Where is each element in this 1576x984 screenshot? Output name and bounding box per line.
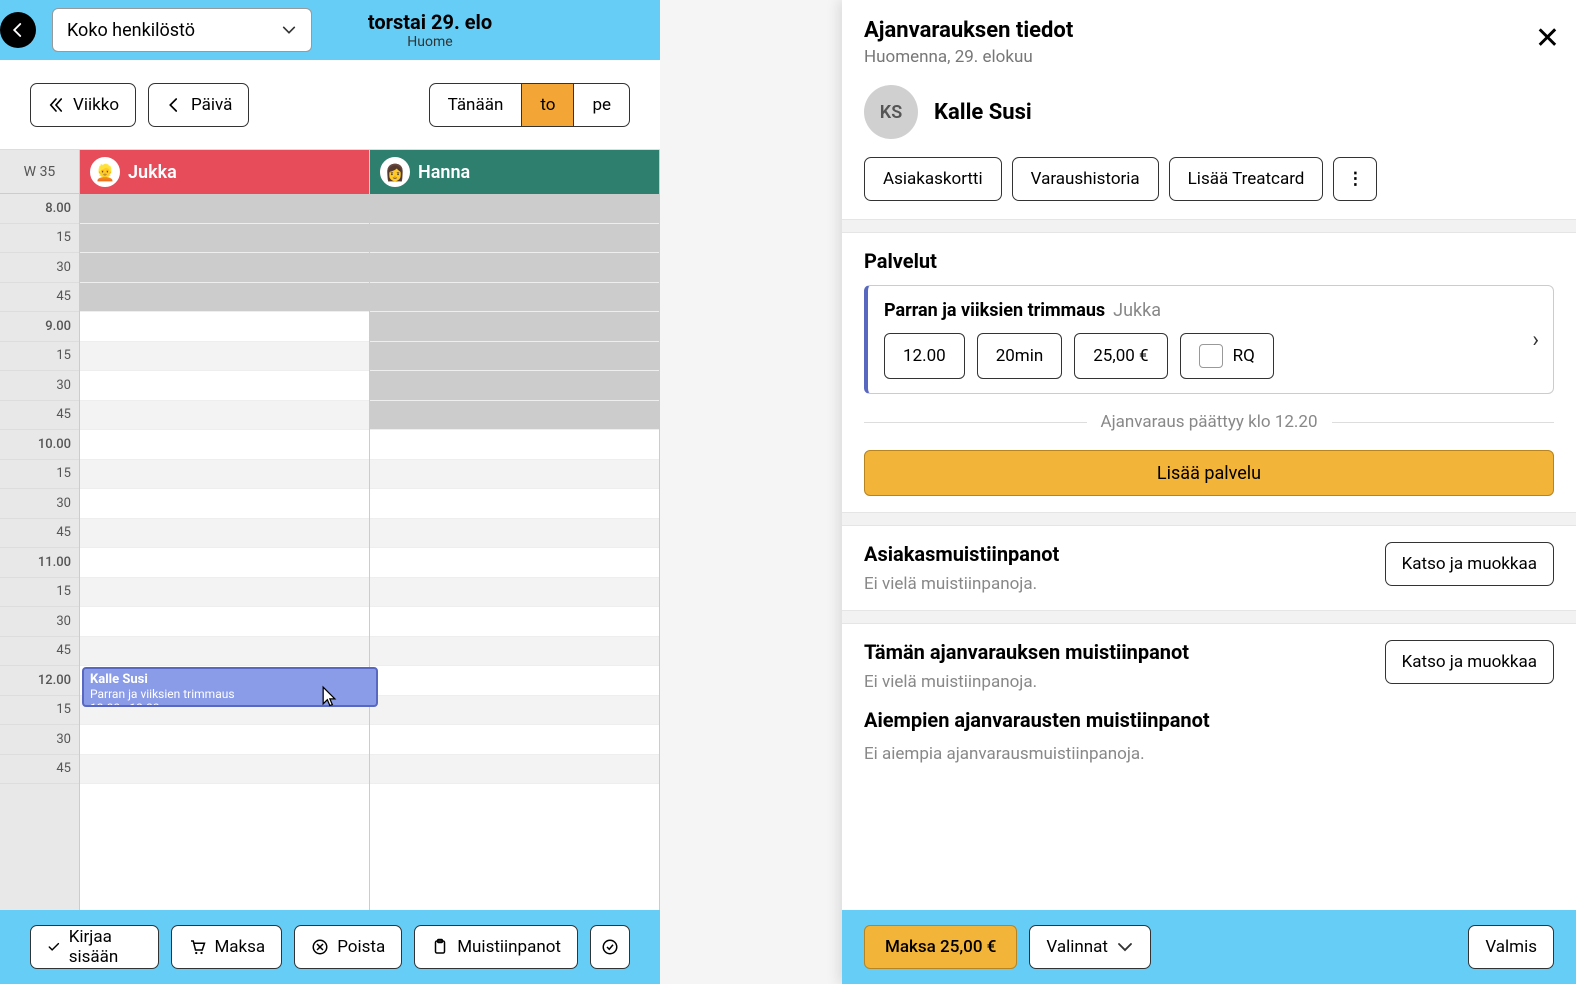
service-duration-chip[interactable]: 20min [977,333,1063,379]
service-name: Parran ja viiksien trimmaus [884,300,1105,321]
segment-friday[interactable]: pe [574,84,629,126]
cart-icon [188,938,206,956]
remove-button[interactable]: Poista [294,925,402,969]
customer-name: Kalle Susi [934,100,1032,125]
chevron-left-icon [165,96,183,114]
day-segments: Tänään to pe [429,83,630,127]
date-sub: Huome [230,34,630,50]
segment-thursday[interactable]: to [522,84,574,126]
double-chevron-left-icon [47,96,65,114]
day-view-button[interactable]: Päivä [148,83,249,127]
booking-notes-empty: Ei vielä muistiinpanoja. [864,672,1189,692]
panel-footer: Maksa 25,00 € Valinnat Valmis [842,910,1576,984]
notes-button[interactable]: Muistiinpanot [414,925,578,969]
customer-row: KS Kalle Susi [842,75,1576,157]
client-notes-empty: Ei vielä muistiinpanoja. [864,574,1059,594]
add-service-button[interactable]: Lisää palvelu [864,450,1554,496]
pay-button[interactable]: Maksa [171,925,282,969]
back-button[interactable] [0,12,36,48]
booking-notes-title: Tämän ajanvarauksen muistiinpanot [864,640,1189,664]
week-number: W 35 [0,150,79,194]
service-staff: Jukka [1113,300,1161,321]
close-button[interactable]: ✕ [1535,24,1560,54]
rq-checkbox[interactable] [1199,344,1223,368]
panel-header: Ajanvarauksen tiedot Huomenna, 29. eloku… [842,0,1576,75]
remove-icon [311,938,329,956]
prev-notes-title: Aiempien ajanvarausten muistiinpanot [864,708,1554,732]
calendar-view: Koko henkilöstö torstai 29. elo Huome Vi… [0,0,660,984]
view-edit-client-notes[interactable]: Katso ja muokkaa [1385,542,1554,586]
end-time-row: Ajanvaraus päättyy klo 12.20 [864,412,1554,432]
chevron-right-icon: › [1532,327,1539,352]
calendar-grid: W 35 8.00 15 30 45 9.00 15 30 45 10.00 1… [0,150,660,910]
booking-notes-section: Tämän ajanvarauksen muistiinpanot Ei vie… [842,624,1576,708]
service-time-chip[interactable]: 12.00 [884,333,965,379]
service-rq-chip[interactable]: RQ [1180,333,1274,379]
staff-column-jukka: 👱 Jukka [80,150,370,910]
client-notes-section: Asiakasmuistiinpanot Ei vielä muistiinpa… [842,526,1576,610]
service-price-chip[interactable]: 25,00 € [1074,333,1167,379]
customer-card-button[interactable]: Asiakaskortti [864,157,1002,201]
week-view-button[interactable]: Viikko [30,83,136,127]
panel-title: Ajanvarauksen tiedot [864,18,1554,43]
calendar-footer: Kirjaa sisään Maksa Poista Muistiinpanot [0,910,660,984]
check-circle-icon [601,938,619,956]
prev-notes-empty: Ei aiempia ajanvarausmuistiinpanoja. [864,744,1554,764]
checkin-button[interactable]: Kirjaa sisään [30,925,159,969]
chevron-down-icon [1116,938,1134,956]
customer-actions: Asiakaskortti Varaushistoria Lisää Treat… [842,157,1576,219]
prev-notes-section: Aiempien ajanvarausten muistiinpanot Ei … [842,708,1576,780]
clipboard-icon [431,938,449,956]
time-column: W 35 8.00 15 30 45 9.00 15 30 45 10.00 1… [0,150,80,910]
booking-details-panel: Ajanvarauksen tiedot Huomenna, 29. eloku… [842,0,1576,984]
customer-avatar: KS [864,85,918,139]
services-title: Palvelut [864,249,1554,273]
check-icon [47,938,61,956]
pay-amount-button[interactable]: Maksa 25,00 € [864,925,1017,969]
done-button[interactable]: Valmis [1468,925,1554,969]
booking-history-button[interactable]: Varaushistoria [1012,157,1159,201]
view-edit-booking-notes[interactable]: Katso ja muokkaa [1385,640,1554,684]
segment-today[interactable]: Tänään [430,84,523,126]
calendar-header: Koko henkilöstö torstai 29. elo Huome [0,0,660,60]
client-notes-title: Asiakasmuistiinpanot [864,542,1059,566]
add-treatcard-button[interactable]: Lisää Treatcard [1169,157,1324,201]
avatar-hanna: 👩 [380,157,410,187]
calendar-date-title: torstai 29. elo Huome [230,10,630,50]
avatar-jukka: 👱 [90,157,120,187]
staff-selector-label: Koko henkilöstö [67,20,195,41]
staff-column-hanna: 👩 Hanna [370,150,660,910]
more-actions-button[interactable]: ⋮ [1333,157,1377,201]
options-button[interactable]: Valinnat [1029,925,1151,969]
date-main: torstai 29. elo [230,10,630,34]
staff-header-hanna[interactable]: 👩 Hanna [370,150,659,194]
appointment-block[interactable]: Kalle Susi Parran ja viiksien trimmaus 1… [82,667,378,707]
service-card[interactable]: Parran ja viiksien trimmaus Jukka 12.00 … [864,285,1554,394]
panel-subtitle: Huomenna, 29. elokuu [864,47,1554,67]
chevron-left-icon [9,21,27,39]
more-button[interactable] [590,925,630,969]
staff-header-jukka[interactable]: 👱 Jukka [80,150,369,194]
services-section: Palvelut Parran ja viiksien trimmaus Juk… [842,233,1576,512]
calendar-toolbar: Viikko Päivä Tänään to pe [0,60,660,150]
